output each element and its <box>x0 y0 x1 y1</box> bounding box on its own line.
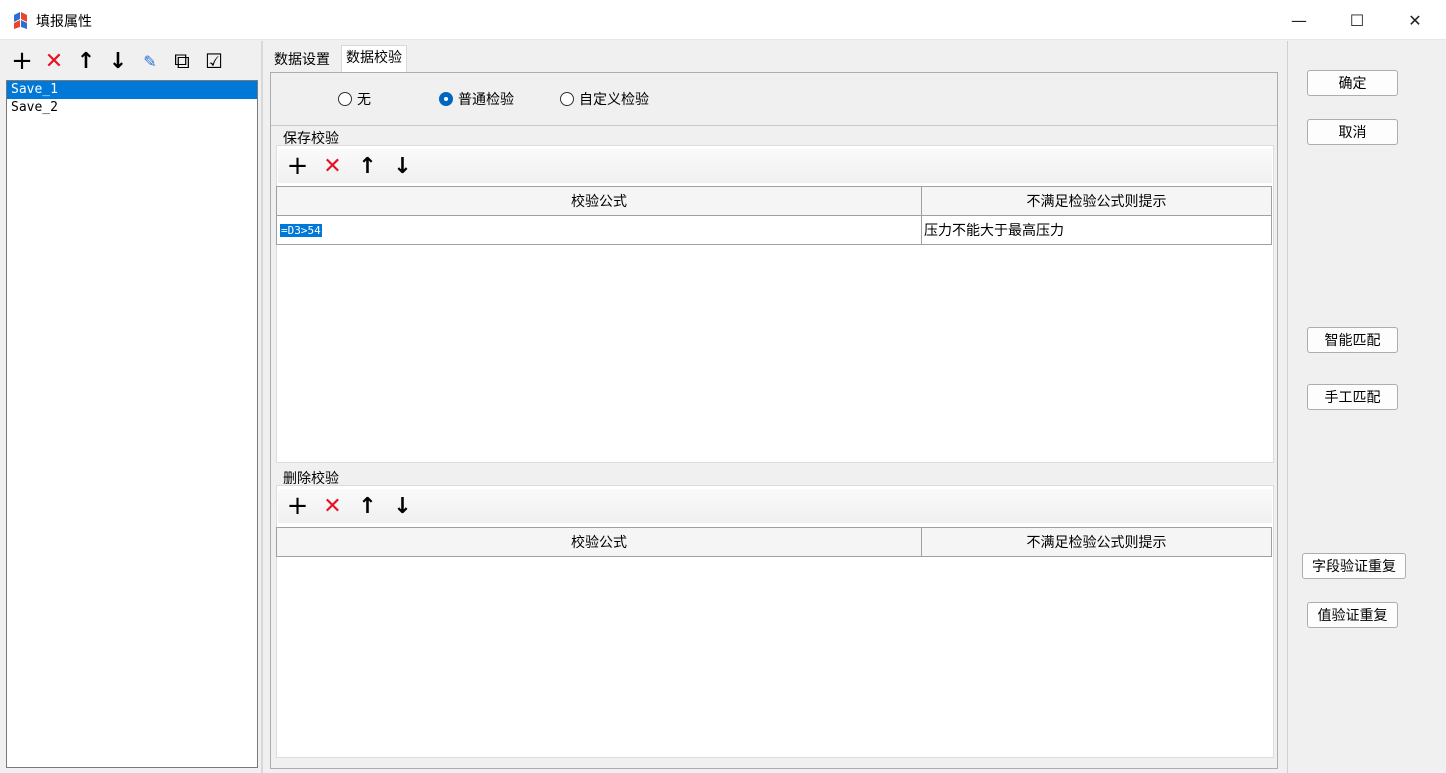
value-repeat-check-button[interactable]: 值验证重复 <box>1307 602 1398 628</box>
maximize-button[interactable]: ☐ <box>1328 0 1386 40</box>
radio-button[interactable] <box>560 92 574 106</box>
radio-label: 自定义检验 <box>579 92 649 108</box>
delete-icon[interactable]: ✕ <box>315 492 350 520</box>
close-button[interactable]: ✕ <box>1386 0 1444 40</box>
app-logo-icon <box>14 12 27 29</box>
panel-splitter[interactable] <box>261 41 263 773</box>
delete-check-toolbar: + ✕ ↑ ↓ <box>278 489 1272 523</box>
radio-label: 普通检验 <box>458 92 514 108</box>
list-item[interactable]: Save_2 <box>7 99 257 117</box>
divider <box>271 125 1277 126</box>
formula-text[interactable]: =D3>54 <box>280 223 322 237</box>
check-icon[interactable]: ☑ <box>198 47 230 75</box>
radio-label: 无 <box>357 92 371 108</box>
delete-check-group <box>276 485 1274 758</box>
radio-button[interactable] <box>338 92 352 106</box>
delete-check-table-header: 校验公式 不满足检验公式则提示 <box>276 527 1272 557</box>
delete-icon[interactable]: ✕ <box>38 47 70 75</box>
list-item[interactable]: Save_1 <box>7 81 257 99</box>
delete-icon[interactable]: ✕ <box>315 152 350 180</box>
radio-custom-check[interactable]: 自定义检验 <box>560 89 649 109</box>
table-row[interactable]: =D3>54 压力不能大于最高压力 <box>276 216 1272 245</box>
manual-match-button[interactable]: 手工匹配 <box>1307 384 1398 410</box>
move-down-icon[interactable]: ↓ <box>385 152 420 180</box>
move-down-icon[interactable]: ↓ <box>102 47 134 75</box>
move-up-icon[interactable]: ↑ <box>70 47 102 75</box>
minimize-button[interactable]: — <box>1270 0 1328 40</box>
column-header-formula[interactable]: 校验公式 <box>277 528 922 556</box>
column-header-formula[interactable]: 校验公式 <box>277 187 922 215</box>
column-header-message[interactable]: 不满足检验公式则提示 <box>922 187 1271 215</box>
add-icon[interactable]: + <box>6 46 38 76</box>
move-down-icon[interactable]: ↓ <box>385 492 420 520</box>
title-bar: 填报属性 — ☐ ✕ <box>0 0 1446 40</box>
message-cell[interactable]: 压力不能大于最高压力 <box>922 216 1271 244</box>
validation-mode-group: 无 普通检验 自定义检验 <box>338 88 695 110</box>
save-list: Save_1 Save_2 <box>6 80 258 768</box>
edit-icon[interactable]: ✎ <box>134 47 166 75</box>
window-title: 填报属性 <box>36 14 92 30</box>
move-up-icon[interactable]: ↑ <box>350 152 385 180</box>
cancel-button[interactable]: 取消 <box>1307 119 1398 145</box>
formula-cell[interactable]: =D3>54 <box>277 216 922 244</box>
radio-none[interactable]: 无 <box>338 89 371 109</box>
tab-data-validation[interactable]: 数据校验 <box>341 45 407 72</box>
add-icon[interactable]: + <box>280 491 315 521</box>
save-check-table-header: 校验公式 不满足检验公式则提示 <box>276 186 1272 216</box>
save-check-toolbar: + ✕ ↑ ↓ <box>278 149 1272 183</box>
add-icon[interactable]: + <box>280 151 315 181</box>
radio-normal-check[interactable]: 普通检验 <box>439 89 514 109</box>
tab-data-settings[interactable]: 数据设置 <box>270 48 334 72</box>
save-list-toolbar: + ✕ ↑ ↓ ✎ ⧉ ☑ <box>6 46 230 76</box>
ok-button[interactable]: 确定 <box>1307 70 1398 96</box>
smart-match-button[interactable]: 智能匹配 <box>1307 327 1398 353</box>
column-header-message[interactable]: 不满足检验公式则提示 <box>922 528 1271 556</box>
field-repeat-check-button[interactable]: 字段验证重复 <box>1302 553 1406 579</box>
move-up-icon[interactable]: ↑ <box>350 492 385 520</box>
radio-button[interactable] <box>439 92 453 106</box>
copy-icon[interactable]: ⧉ <box>166 47 198 75</box>
